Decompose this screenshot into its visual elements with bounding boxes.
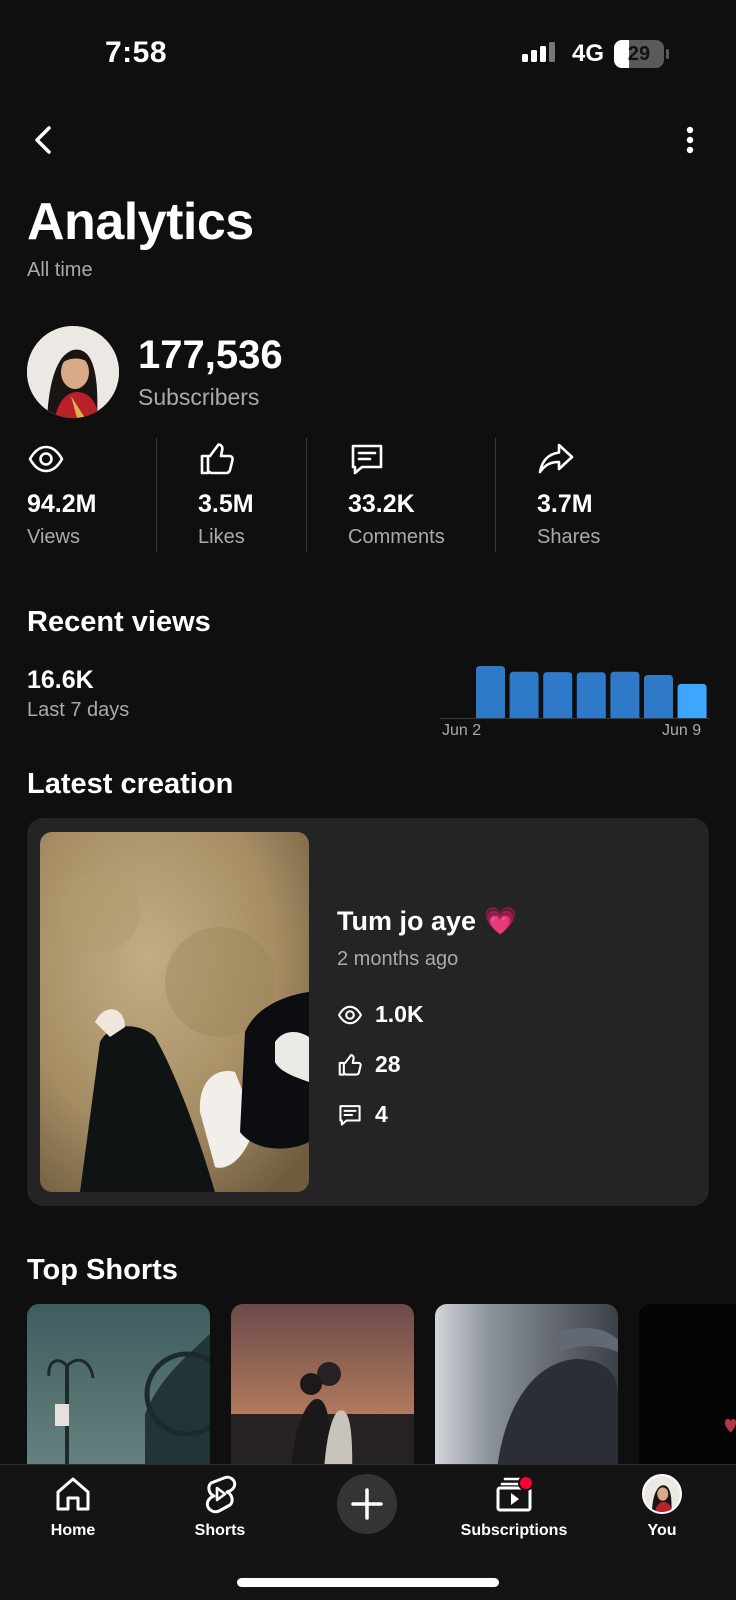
likes-value: 28 bbox=[375, 1051, 401, 1077]
recent-views-title: Recent views bbox=[27, 606, 211, 638]
share-icon bbox=[538, 443, 574, 474]
page-title: Analytics bbox=[27, 193, 254, 251]
shorts-icon bbox=[205, 1475, 237, 1514]
chart-bar bbox=[576, 672, 606, 718]
chart-start-label: Jun 2 bbox=[442, 722, 482, 739]
stat-divider bbox=[306, 438, 307, 552]
create-button[interactable] bbox=[337, 1474, 397, 1534]
latest-creation-views: 1.0K bbox=[337, 1001, 424, 1028]
chevron-left-icon bbox=[35, 126, 51, 154]
latest-creation-title: Latest creation bbox=[27, 768, 234, 800]
chart-bar bbox=[610, 671, 640, 718]
chart-bar bbox=[543, 672, 573, 718]
channel-avatar bbox=[27, 326, 119, 418]
home-icon bbox=[56, 1477, 90, 1511]
back-button[interactable] bbox=[24, 120, 64, 160]
comment-icon bbox=[351, 444, 383, 475]
date-range-label: All time bbox=[27, 259, 93, 281]
nav-shorts[interactable]: Shorts bbox=[160, 1474, 280, 1540]
views-value: 1.0K bbox=[375, 1001, 424, 1027]
chart-end-label: Jun 9 bbox=[662, 722, 702, 739]
profile-avatar bbox=[642, 1474, 682, 1514]
subscriber-label: Subscribers bbox=[138, 384, 260, 410]
signal-icon bbox=[522, 42, 555, 62]
network-type: 4G bbox=[572, 40, 605, 67]
recent-views-chart[interactable] bbox=[440, 656, 710, 720]
nav-subscriptions[interactable]: Subscriptions bbox=[454, 1474, 574, 1540]
stat-label: Likes bbox=[198, 526, 245, 548]
stat-views: 94.2M Views bbox=[27, 440, 96, 548]
heart-emoji: 💗 bbox=[483, 906, 518, 936]
latest-creation-thumbnail[interactable] bbox=[40, 832, 309, 1192]
chart-bar bbox=[644, 675, 673, 718]
latest-creation-time: 2 months ago bbox=[337, 948, 459, 970]
stat-value: 33.2K bbox=[348, 490, 415, 518]
home-indicator bbox=[237, 1578, 499, 1587]
eye-icon bbox=[338, 1005, 362, 1024]
stat-value: 94.2M bbox=[27, 490, 97, 518]
nav-home[interactable]: Home bbox=[13, 1474, 133, 1540]
subscriber-count: 177,536 bbox=[138, 333, 283, 377]
more-vert-icon bbox=[686, 126, 694, 154]
stat-comments: 33.2K Comments bbox=[348, 440, 445, 548]
nav-you-label: You bbox=[647, 1522, 677, 1539]
latest-creation-likes: 28 bbox=[337, 1051, 401, 1078]
thumb-up-icon bbox=[200, 443, 234, 475]
stat-shares: 3.7M Shares bbox=[537, 440, 600, 548]
subscriptions-icon bbox=[496, 1475, 534, 1512]
latest-creation-video-title: Tum jo aye 💗 bbox=[337, 906, 518, 936]
stat-value: 3.7M bbox=[537, 490, 593, 518]
nav-subscriptions-label: Subscriptions bbox=[460, 1522, 568, 1539]
recent-views-value: 16.6K bbox=[27, 666, 94, 694]
top-shorts-title: Top Shorts bbox=[27, 1254, 178, 1286]
stat-label: Shares bbox=[537, 526, 601, 548]
chart-bar bbox=[677, 683, 707, 718]
chart-bar bbox=[476, 666, 505, 718]
stat-divider bbox=[156, 438, 157, 552]
stat-divider bbox=[495, 438, 496, 552]
eye-icon bbox=[28, 445, 64, 473]
recent-views-period: Last 7 days bbox=[27, 699, 130, 721]
more-options-button[interactable] bbox=[674, 124, 706, 160]
nav-you[interactable]: You bbox=[602, 1474, 722, 1540]
stat-label: Comments bbox=[348, 526, 445, 548]
nav-shorts-label: Shorts bbox=[194, 1522, 246, 1539]
stat-likes: 3.5M Likes bbox=[198, 440, 254, 548]
stat-label: Views bbox=[27, 526, 80, 548]
comments-value: 4 bbox=[375, 1101, 388, 1127]
nav-home-label: Home bbox=[50, 1522, 96, 1539]
stat-value: 3.5M bbox=[198, 490, 254, 518]
chart-bar bbox=[509, 671, 539, 718]
battery-icon: 29 bbox=[614, 40, 664, 68]
battery-level: 29 bbox=[627, 42, 651, 65]
thumb-up-icon bbox=[338, 1053, 362, 1076]
comment-icon bbox=[339, 1104, 361, 1126]
battery-tip bbox=[666, 49, 669, 59]
latest-creation-comments: 4 bbox=[337, 1101, 388, 1128]
plus-icon bbox=[351, 1488, 383, 1520]
status-time: 7:58 bbox=[105, 36, 168, 69]
